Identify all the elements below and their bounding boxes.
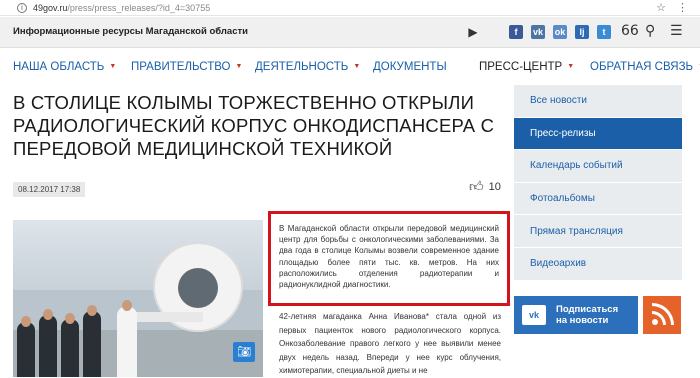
nav-item[interactable]: ОБРАТНАЯ СВЯЗЬ▼ [590, 61, 700, 73]
nav-item[interactable]: ПРЕСС-ЦЕНТР ▼ [479, 61, 574, 73]
subscribe-line2: на новости [556, 315, 609, 326]
browser-address-bar[interactable]: i 49gov.ru/press/press_releases/?id_4=30… [0, 0, 700, 16]
rss-icon-dot [652, 319, 658, 325]
article-title: В столице Колымы торжественно открыли ра… [13, 92, 495, 159]
sidebar-item[interactable]: Пресс-релизы [514, 117, 682, 151]
main-navigation: НАША ОБЛАСТЬ ▼ ПРАВИТЕЛЬСТВО ▼ ДЕЯТЕЛЬНОСТЬ ▼… [0, 49, 700, 85]
article-date: 08.12.2017 17:38 [13, 182, 86, 197]
rss-button[interactable] [643, 296, 681, 334]
person-head [122, 300, 132, 311]
nav-item-label: ДОКУМЕНТЫ [373, 61, 447, 73]
url-text[interactable]: 49gov.ru/press/press_releases/?id_4=3075… [33, 3, 210, 13]
facebook-icon[interactable]: f [509, 25, 523, 39]
nav-item[interactable]: ДОКУМЕНТЫ [373, 61, 447, 73]
nav-item-label: ПРЕСС-ЦЕНТР [479, 61, 563, 73]
press-center-sidebar: Все новости Пресс-релизы Календарь событий… [514, 85, 682, 281]
article-lead-highlight: В Магаданской области открыли передовой … [268, 211, 510, 306]
browser-menu-icon[interactable]: ⋮ [677, 1, 688, 14]
ct-scanner-opening [178, 268, 218, 308]
person-figure [61, 319, 79, 377]
article-body: 42-летняя магаданка Анна Иванова* стала … [279, 312, 501, 375]
livejournal-icon[interactable]: lj [575, 25, 589, 39]
person-figure [83, 311, 101, 377]
likes-count: 10 [488, 180, 501, 193]
sidebar-item[interactable]: Все новости [514, 85, 682, 118]
vk-icon[interactable]: vk [531, 25, 545, 39]
person-head [43, 309, 53, 320]
odnoklassniki-icon[interactable]: ok [553, 25, 567, 39]
info-icon[interactable]: i [17, 2, 27, 13]
nav-item-label: НАША ОБЛАСТЬ [13, 61, 105, 73]
person-head [87, 305, 97, 316]
subscribe-button[interactable]: vk Подписаться на новости [514, 296, 638, 334]
chevron-down-icon: ▼ [353, 63, 361, 70]
url-host: 49gov.ru [33, 2, 68, 13]
camera-icon[interactable]: 📷︎ [233, 342, 255, 362]
nav-item[interactable]: ДЕЯТЕЛЬНОСТЬ ▼ [255, 61, 360, 73]
vk-logo-icon: vk [522, 305, 546, 325]
subscribe-label: Подписаться на новости [556, 304, 618, 326]
apple-store-icon[interactable] [440, 25, 454, 39]
chevron-down-icon: ▼ [235, 63, 243, 70]
person-head [21, 316, 31, 327]
hamburger-menu-icon[interactable]: ☰ [670, 23, 683, 39]
person-figure [17, 322, 35, 377]
article-lead: В Магаданской области открыли передовой … [279, 224, 499, 290]
sidebar-item[interactable]: Прямая трансляция [514, 215, 682, 248]
doctor-figure [117, 307, 137, 377]
info-resources-link[interactable]: Информационные ресурсы Магаданской облас… [13, 26, 248, 37]
chevron-down-icon: ▼ [567, 63, 575, 70]
search-icon[interactable]: ⚲ [645, 23, 655, 39]
bookmark-star-icon[interactable]: ☆ [656, 1, 666, 14]
nav-item-label: ПРАВИТЕЛЬСТВО [131, 61, 231, 73]
nav-item[interactable]: НАША ОБЛАСТЬ ▼ [13, 61, 116, 73]
chevron-down-icon[interactable]: ▼ [214, 27, 221, 34]
accessibility-glasses-icon[interactable]: 66 [621, 23, 639, 39]
person-head [65, 313, 75, 324]
nav-item-label: ОБРАТНАЯ СВЯЗЬ [590, 61, 694, 73]
chevron-down-icon: ▼ [109, 63, 117, 70]
url-path: /press/press_releases/?id_4=30755 [67, 2, 211, 13]
subscribe-line1: Подписаться [556, 304, 619, 315]
person-figure [39, 315, 57, 377]
sidebar-item[interactable]: Видеоархив [514, 248, 682, 281]
thumbs-up-icon: 👍︎ [469, 179, 484, 195]
like-button[interactable]: 👍︎ 10 [469, 178, 501, 195]
twitter-icon[interactable]: t [597, 25, 611, 39]
nav-item[interactable]: ПРАВИТЕЛЬСТВО ▼ [131, 61, 242, 73]
sidebar-item[interactable]: Календарь событий [514, 150, 682, 183]
nav-item-label: ДЕЯТЕЛЬНОСТЬ [255, 61, 349, 73]
google-play-icon[interactable]: ▶ [466, 25, 480, 39]
article-photo[interactable]: 📷︎ [13, 220, 263, 377]
top-info-bar: Информационные ресурсы Магаданской облас… [0, 17, 700, 48]
sidebar-item[interactable]: Фотоальбомы [514, 183, 682, 216]
